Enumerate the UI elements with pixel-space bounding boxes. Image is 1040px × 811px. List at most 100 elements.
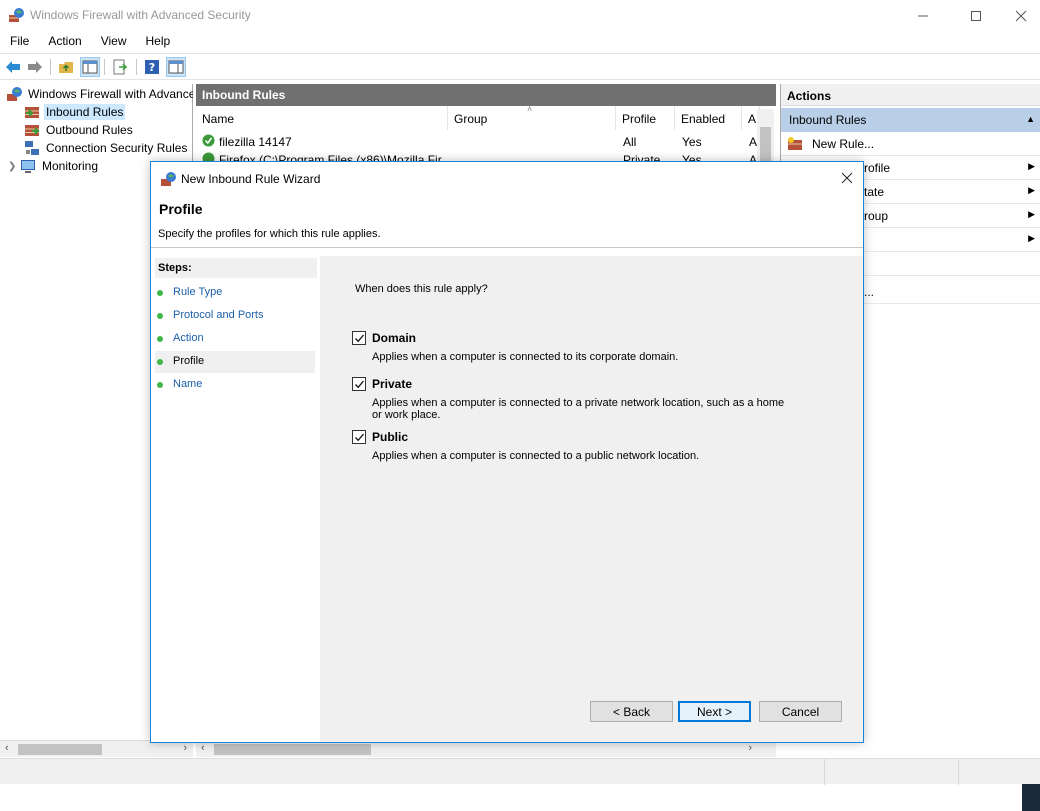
firewall-icon [7,87,22,101]
action-new-rule[interactable]: New Rule... [781,132,1040,156]
action-label: ... [864,285,875,299]
wizard-heading: Profile [159,201,203,217]
next-button[interactable]: Next > [678,701,751,722]
domain-label[interactable]: Domain [372,331,416,345]
minimize-icon[interactable] [900,0,946,31]
connection-security-icon [25,141,39,155]
step-name[interactable]: Name [155,374,315,396]
tree-item-outbound-rules[interactable]: Outbound Rules [24,121,193,139]
title-bar: Windows Firewall with Advanced Security [0,0,1040,31]
divider [151,247,863,248]
private-label[interactable]: Private [372,377,412,391]
action-label: roup [864,209,889,223]
dialog-title-bar: New Inbound Rule Wizard [151,162,863,194]
status-segment [824,759,958,785]
step-dot-icon [157,290,163,296]
actions-header: Actions [781,84,1040,106]
close-icon[interactable] [998,0,1040,31]
wizard-steps-panel: Steps: Rule Type Protocol and Ports Acti… [151,256,319,742]
tree-root-label: Windows Firewall with Advance [28,87,193,101]
forward-arrow-icon[interactable] [25,57,45,77]
checkmark-icon [355,380,364,389]
column-header-name[interactable]: Name [196,106,448,130]
vertical-scrollbar[interactable] [757,109,774,169]
row-action: A [749,135,758,149]
domain-checkbox[interactable] [352,331,366,345]
step-label: Protocol and Ports [173,309,264,321]
show-hide-console-tree-icon[interactable] [80,57,100,77]
action-label: tate [864,185,885,199]
new-rule-icon [788,137,802,150]
export-list-icon[interactable] [110,57,130,77]
tree-item-inbound-rules[interactable]: Inbound Rules [24,103,193,121]
taskbar-edge [1022,784,1040,811]
outbound-rules-icon [25,125,40,136]
back-button[interactable]: < Back [590,701,673,722]
tree-item-label: Connection Security Rules [46,141,188,155]
step-dot-icon [157,382,163,388]
inbound-rules-icon [25,107,39,118]
menu-bar: File Action View Help [0,31,1040,53]
tree-item-label: Monitoring [42,159,99,173]
dialog-close-icon[interactable] [831,162,863,194]
actions-section-inbound-rules[interactable]: Inbound Rules ▲ [781,108,1040,132]
checkmark-icon [355,433,364,442]
step-protocol-and-ports[interactable]: Protocol and Ports [155,305,315,327]
menu-action[interactable]: Action [38,31,90,53]
tree-item-label: Inbound Rules [44,104,126,120]
show-hide-action-pane-icon[interactable] [166,57,186,77]
actions-section-label: Inbound Rules [789,113,867,127]
up-folder-icon[interactable] [56,57,76,77]
action-label: rofile [864,161,891,175]
private-description: Applies when a computer is connected to … [372,397,785,421]
cancel-button[interactable]: Cancel [759,701,842,722]
row-enabled: Yes [682,135,702,149]
status-segment [958,759,1040,785]
table-row[interactable]: filezilla 14147 All Yes A [196,132,758,150]
dialog-title: New Inbound Rule Wizard [181,172,321,186]
public-checkbox[interactable] [352,430,366,444]
step-profile[interactable]: Profile [155,351,315,373]
toolbar: ? [0,53,1040,80]
enabled-check-icon [202,134,215,147]
back-arrow-icon[interactable] [3,57,23,77]
firewall-app-icon [9,8,24,22]
tree-item-connection-security-rules[interactable]: Connection Security Rules [24,139,193,157]
wizard-subheading: Specify the profiles for which this rule… [158,228,381,240]
step-label: Name [173,378,203,390]
submenu-arrow-icon: ▶ [1028,185,1035,195]
window-title: Windows Firewall with Advanced Security [30,8,251,22]
collapse-up-icon[interactable]: ▲ [1026,114,1035,124]
public-description: Applies when a computer is connected to … [372,450,700,462]
row-profile: All [623,135,637,149]
column-header-enabled[interactable]: Enabled [675,106,742,130]
checkmark-icon [355,334,364,343]
pane-header: Inbound Rules [196,84,776,106]
submenu-arrow-icon: ▶ [1028,209,1035,219]
domain-description: Applies when a computer is connected to … [372,351,679,363]
step-label: Profile [173,355,205,367]
menu-view[interactable]: View [91,31,136,53]
sort-up-icon: ˄ [527,104,533,114]
step-label: Rule Type [173,286,223,298]
profile-question: When does this rule apply? [355,283,488,295]
menu-help[interactable]: Help [136,31,180,53]
step-action[interactable]: Action [155,328,315,350]
column-header-profile[interactable]: Profile [616,106,675,130]
submenu-arrow-icon: ▶ [1028,233,1035,243]
action-label: New Rule... [812,137,875,151]
tree-item-label: Outbound Rules [46,123,133,137]
step-rule-type[interactable]: Rule Type [155,282,315,304]
step-dot-icon [157,336,163,342]
chevron-right-icon[interactable]: ❯ [8,161,20,172]
help-icon[interactable]: ? [142,57,162,77]
submenu-arrow-icon: ▶ [1028,161,1035,171]
menu-file[interactable]: File [0,31,38,53]
private-checkbox[interactable] [352,377,366,391]
maximize-icon[interactable] [953,0,999,31]
public-label[interactable]: Public [372,430,408,444]
new-inbound-rule-wizard-dialog: New Inbound Rule Wizard Profile Specify … [150,161,864,743]
steps-label: Steps: [155,258,317,278]
tree-root[interactable]: Windows Firewall with Advance [6,85,193,103]
status-bar [0,758,1040,785]
